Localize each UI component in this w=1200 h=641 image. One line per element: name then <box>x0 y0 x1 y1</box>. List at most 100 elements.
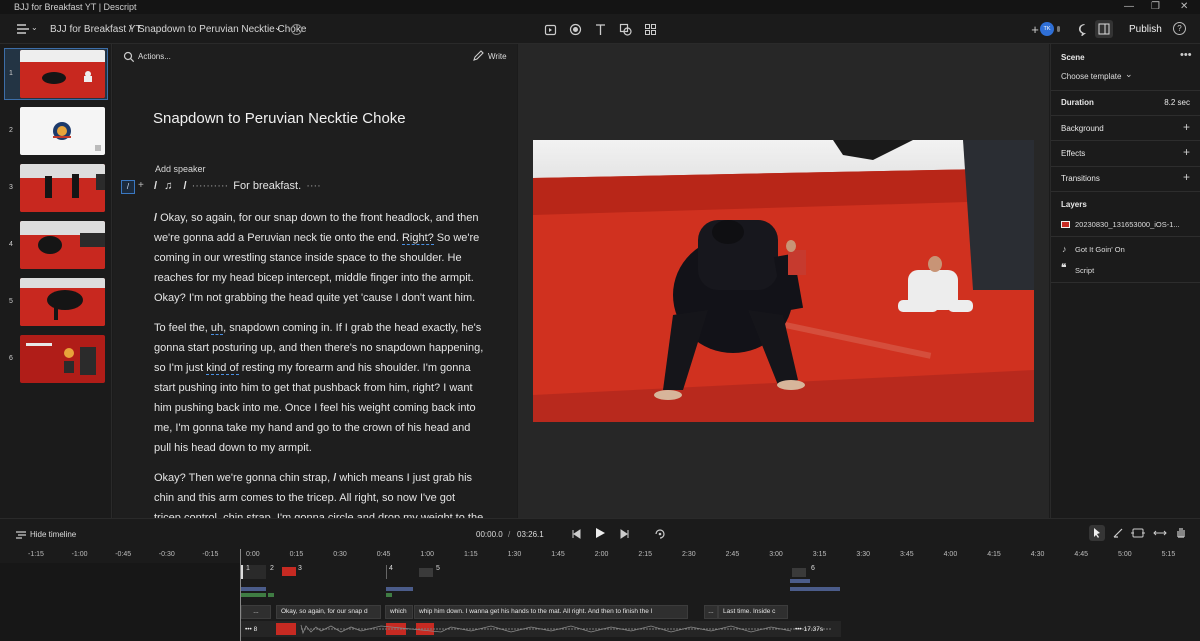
more-options-icon[interactable]: ••• <box>1180 49 1192 61</box>
ruler-tick: -1:00 <box>71 551 88 558</box>
background-label[interactable]: Background <box>1061 124 1104 133</box>
close-icon[interactable]: ✕ <box>1180 1 1188 12</box>
scene-break-marker[interactable]: / <box>121 180 135 194</box>
add-background-icon[interactable]: + <box>1183 120 1190 134</box>
pre-roll-area <box>0 563 240 641</box>
time-ruler[interactable]: -1:15 -1:00 -0:45 -0:30 -0:15 0:00 0:15 0:30 0:4… <box>0 519 1200 564</box>
divider <box>1051 140 1200 141</box>
chevron-down-icon[interactable]: ⌄ <box>1125 69 1133 80</box>
ruler-tick: 0:30 <box>333 551 347 558</box>
audio-track[interactable] <box>241 621 841 637</box>
layer-item[interactable]: Got It Goin' On <box>1075 245 1125 254</box>
window-title: BJJ for Breakfast YT | Descript <box>14 2 137 12</box>
record-icon[interactable] <box>566 20 584 38</box>
timeline-scene[interactable]: 1 <box>241 565 266 579</box>
scene-thumbnail-4[interactable] <box>20 221 105 269</box>
layer-item[interactable]: 20230830_131653000_iOS-1... <box>1075 220 1180 229</box>
layer-bar <box>241 587 266 591</box>
scene-slash[interactable]: / <box>183 180 186 192</box>
grid-icon[interactable] <box>641 20 659 38</box>
timeline-scene[interactable]: 5 <box>436 565 446 579</box>
add-effect-icon[interactable]: + <box>1183 145 1190 159</box>
ruler-tick: 2:45 <box>725 551 740 558</box>
timeline-scene[interactable]: 3 <box>298 565 308 579</box>
scene-3-thumb <box>282 567 296 576</box>
layer-bar <box>386 587 413 591</box>
scene-number: 5 <box>9 298 13 305</box>
ruler-tick: 3:45 <box>900 551 914 558</box>
choose-template-dropdown[interactable]: Choose template <box>1061 72 1121 81</box>
maximize-icon[interactable]: ❐ <box>1151 1 1160 12</box>
composition-chevron-icon[interactable]: ⌄ <box>274 22 282 33</box>
line-text[interactable]: For breakfast. <box>233 180 301 192</box>
script-editor[interactable]: Actions... Write Snapdown to Peruvian Ne… <box>113 44 517 518</box>
caption-segment[interactable]: ... <box>704 605 718 619</box>
paragraph-text: Okay? Then we're gonna chin strap, <box>154 472 334 484</box>
comments-icon[interactable] <box>1075 20 1093 38</box>
caption-segment[interactable]: Okay, so again, for our snap d <box>276 605 381 619</box>
script-title[interactable]: Snapdown to Peruvian Necktie Choke <box>153 110 406 127</box>
ruler-tick: 3:00 <box>769 551 783 558</box>
publish-button[interactable]: Publish <box>1129 24 1162 35</box>
filler-word[interactable]: uh <box>210 322 224 335</box>
add-transition-icon[interactable]: + <box>1183 170 1190 184</box>
script-paragraph[interactable]: To feel the, uh, snapdown coming in. If … <box>154 318 484 458</box>
scene-thumbnail-6[interactable] <box>20 335 105 383</box>
scene-6-thumb <box>792 568 806 577</box>
timeline-scene[interactable]: 4 <box>386 565 398 579</box>
effects-label[interactable]: Effects <box>1061 149 1085 158</box>
transitions-label[interactable]: Transitions <box>1061 174 1100 183</box>
menu-chevron-icon[interactable]: ⌄ <box>31 23 38 32</box>
scenes-panel: 1 2 3 4 5 6 <box>0 44 112 518</box>
scene-thumbnail-5[interactable] <box>20 278 105 326</box>
script-paragraph[interactable]: Okay? Then we're gonna chin strap, / whi… <box>154 468 484 518</box>
ruler-tick: 4:15 <box>987 551 1001 558</box>
timeline-scene[interactable]: 2 <box>268 565 280 579</box>
breadcrumb-project[interactable]: BJJ for Breakfast YT <box>50 24 142 35</box>
scene-thumbnail-3[interactable] <box>20 164 105 212</box>
panel-toggle-icon[interactable] <box>1095 20 1113 38</box>
menu-icon[interactable] <box>14 20 32 38</box>
shapes-icon[interactable] <box>616 20 634 38</box>
add-gutter-button[interactable]: + <box>138 180 144 191</box>
sync-check-icon <box>291 24 302 35</box>
ruler-tick: -1:15 <box>28 551 44 558</box>
write-button[interactable]: Write <box>488 52 507 61</box>
add-speaker-button[interactable]: Add speaker <box>155 164 206 174</box>
caption-segment[interactable]: whip him down. I wanna get his hands to … <box>414 605 688 619</box>
timeline-scene[interactable]: 6 <box>811 565 821 579</box>
music-note-icon: ♫ <box>164 180 173 192</box>
ruler-tick: 1:15 <box>464 551 478 558</box>
audio-clip-duration: ••• 17.37s <box>795 626 824 633</box>
caption-segment[interactable]: ... <box>241 605 271 619</box>
ruler-tick: 3:15 <box>812 551 827 558</box>
scene-5-thumb <box>419 568 433 577</box>
script-paragraph[interactable]: / Okay, so again, for our snap down to t… <box>154 208 484 308</box>
minimize-icon[interactable]: — <box>1124 1 1134 12</box>
ruler-tick: 4:45 <box>1074 551 1089 558</box>
duration-value[interactable]: 8.2 sec <box>1164 98 1190 107</box>
scene-slash[interactable]: / <box>154 180 157 192</box>
duration-label: Duration <box>1061 98 1094 107</box>
layer-item[interactable]: Script <box>1075 266 1094 275</box>
scene-thumbnail-2[interactable] <box>20 107 105 155</box>
ruler-tick: 0:45 <box>376 551 391 558</box>
text-tool-icon[interactable] <box>591 20 609 38</box>
scene-thumbnail-1[interactable] <box>20 50 105 98</box>
actions-search-input[interactable]: Actions... <box>138 52 171 61</box>
media-icon[interactable] <box>541 20 559 38</box>
help-icon[interactable]: ? <box>1173 22 1186 35</box>
divider <box>1051 166 1200 167</box>
filler-word[interactable]: Right? <box>401 232 434 245</box>
write-icon[interactable] <box>472 50 484 62</box>
paragraph-text: resting my forearm and his shoulder. I'm… <box>154 362 476 454</box>
window-titlebar: BJJ for Breakfast YT | Descript — ❐ ✕ <box>0 0 1200 14</box>
filler-word[interactable]: kind of <box>206 362 239 375</box>
video-canvas[interactable] <box>533 140 1034 422</box>
caption-segment[interactable]: Last time. Inside c <box>718 605 788 619</box>
avatar[interactable]: TK <box>1040 22 1054 36</box>
ruler-tick: 0:00 <box>246 551 260 558</box>
ruler-tick: 3:30 <box>856 551 871 558</box>
layer-bar <box>790 579 810 583</box>
caption-segment[interactable]: which <box>385 605 413 619</box>
